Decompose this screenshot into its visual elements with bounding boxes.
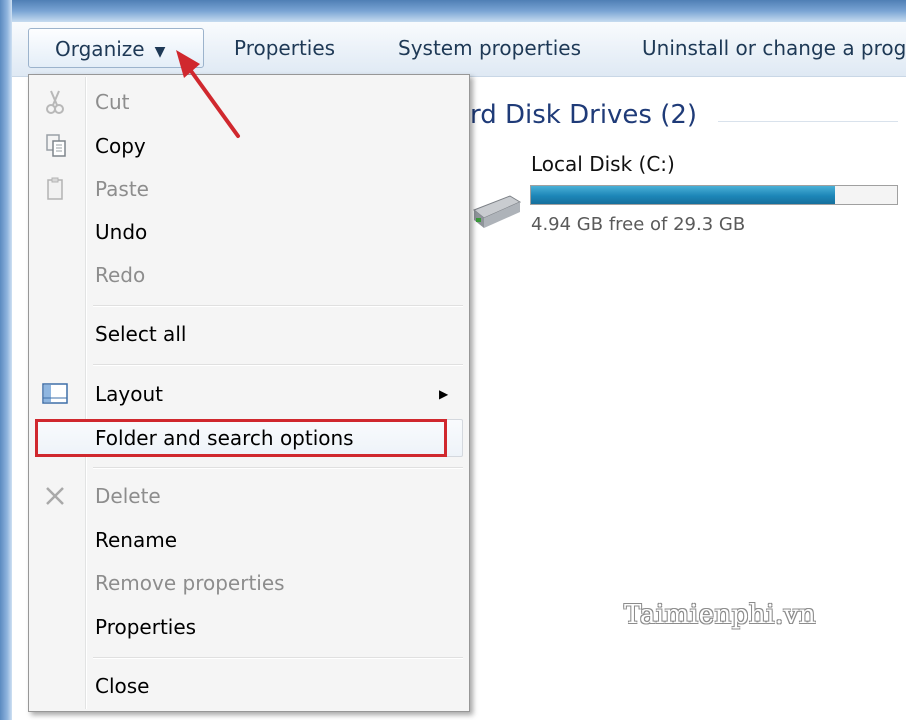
- menu-separator: [93, 657, 463, 659]
- layout-icon: [42, 383, 68, 404]
- hard-disk-drives-header: rd Disk Drives (2): [470, 100, 698, 130]
- organize-menu: Cut Copy Paste Undo Redo Select all Layo…: [28, 74, 470, 712]
- menu-separator: [93, 467, 463, 469]
- menu-item-label: Cut: [95, 90, 130, 114]
- menu-item-label: Remove properties: [95, 571, 285, 595]
- menu-separator: [93, 305, 463, 307]
- local-disk-c-label[interactable]: Local Disk (C:): [531, 152, 675, 176]
- annotation-red-box: [35, 419, 447, 457]
- menu-item-label: Select all: [95, 322, 187, 346]
- hard-drive-icon[interactable]: [470, 176, 522, 236]
- menu-item-label: Rename: [95, 528, 178, 552]
- menu-item-layout[interactable]: Layout ▶: [29, 375, 469, 413]
- clipboard-icon: [47, 177, 63, 200]
- disk-usage-fill: [531, 186, 835, 204]
- annotation-arrow-icon: [176, 50, 240, 138]
- copy-icon: [46, 134, 66, 157]
- delete-x-icon: [46, 487, 64, 505]
- organize-label: Organize: [55, 37, 145, 61]
- menu-item-remove-properties[interactable]: Remove properties: [29, 564, 469, 602]
- menu-separator: [93, 364, 463, 366]
- menu-item-delete[interactable]: Delete: [29, 477, 469, 515]
- menu-item-label: Copy: [95, 134, 146, 158]
- menu-item-label: Redo: [95, 263, 146, 287]
- menu-item-label: Close: [95, 674, 150, 698]
- menu-item-redo[interactable]: Redo: [29, 256, 469, 294]
- command-bar: Organize ▼ Properties System properties U…: [12, 22, 906, 77]
- watermark: Taimienphi.vn: [624, 600, 817, 630]
- window-frame-top: [0, 0, 906, 22]
- menu-item-close[interactable]: Close: [29, 667, 469, 705]
- menu-item-select-all[interactable]: Select all: [29, 315, 469, 353]
- menu-item-paste[interactable]: Paste: [29, 170, 469, 208]
- section-divider: [718, 121, 898, 122]
- menu-item-label: Layout: [95, 382, 163, 406]
- submenu-arrow-icon: ▶: [439, 387, 449, 401]
- menu-item-undo[interactable]: Undo: [29, 213, 469, 251]
- menu-item-label: Delete: [95, 484, 161, 508]
- system-properties-button[interactable]: System properties: [386, 28, 593, 68]
- uninstall-program-button[interactable]: Uninstall or change a prog: [630, 28, 906, 68]
- scissors-icon: [46, 90, 64, 114]
- disk-free-space-text: 4.94 GB free of 29.3 GB: [531, 214, 746, 235]
- menu-item-rename[interactable]: Rename: [29, 521, 469, 559]
- disk-usage-bar: [530, 185, 898, 205]
- window-frame-left: [0, 0, 12, 720]
- menu-item-label: Undo: [95, 220, 148, 244]
- menu-item-label: Paste: [95, 177, 149, 201]
- menu-item-properties[interactable]: Properties: [29, 608, 469, 646]
- menu-item-label: Properties: [95, 615, 197, 639]
